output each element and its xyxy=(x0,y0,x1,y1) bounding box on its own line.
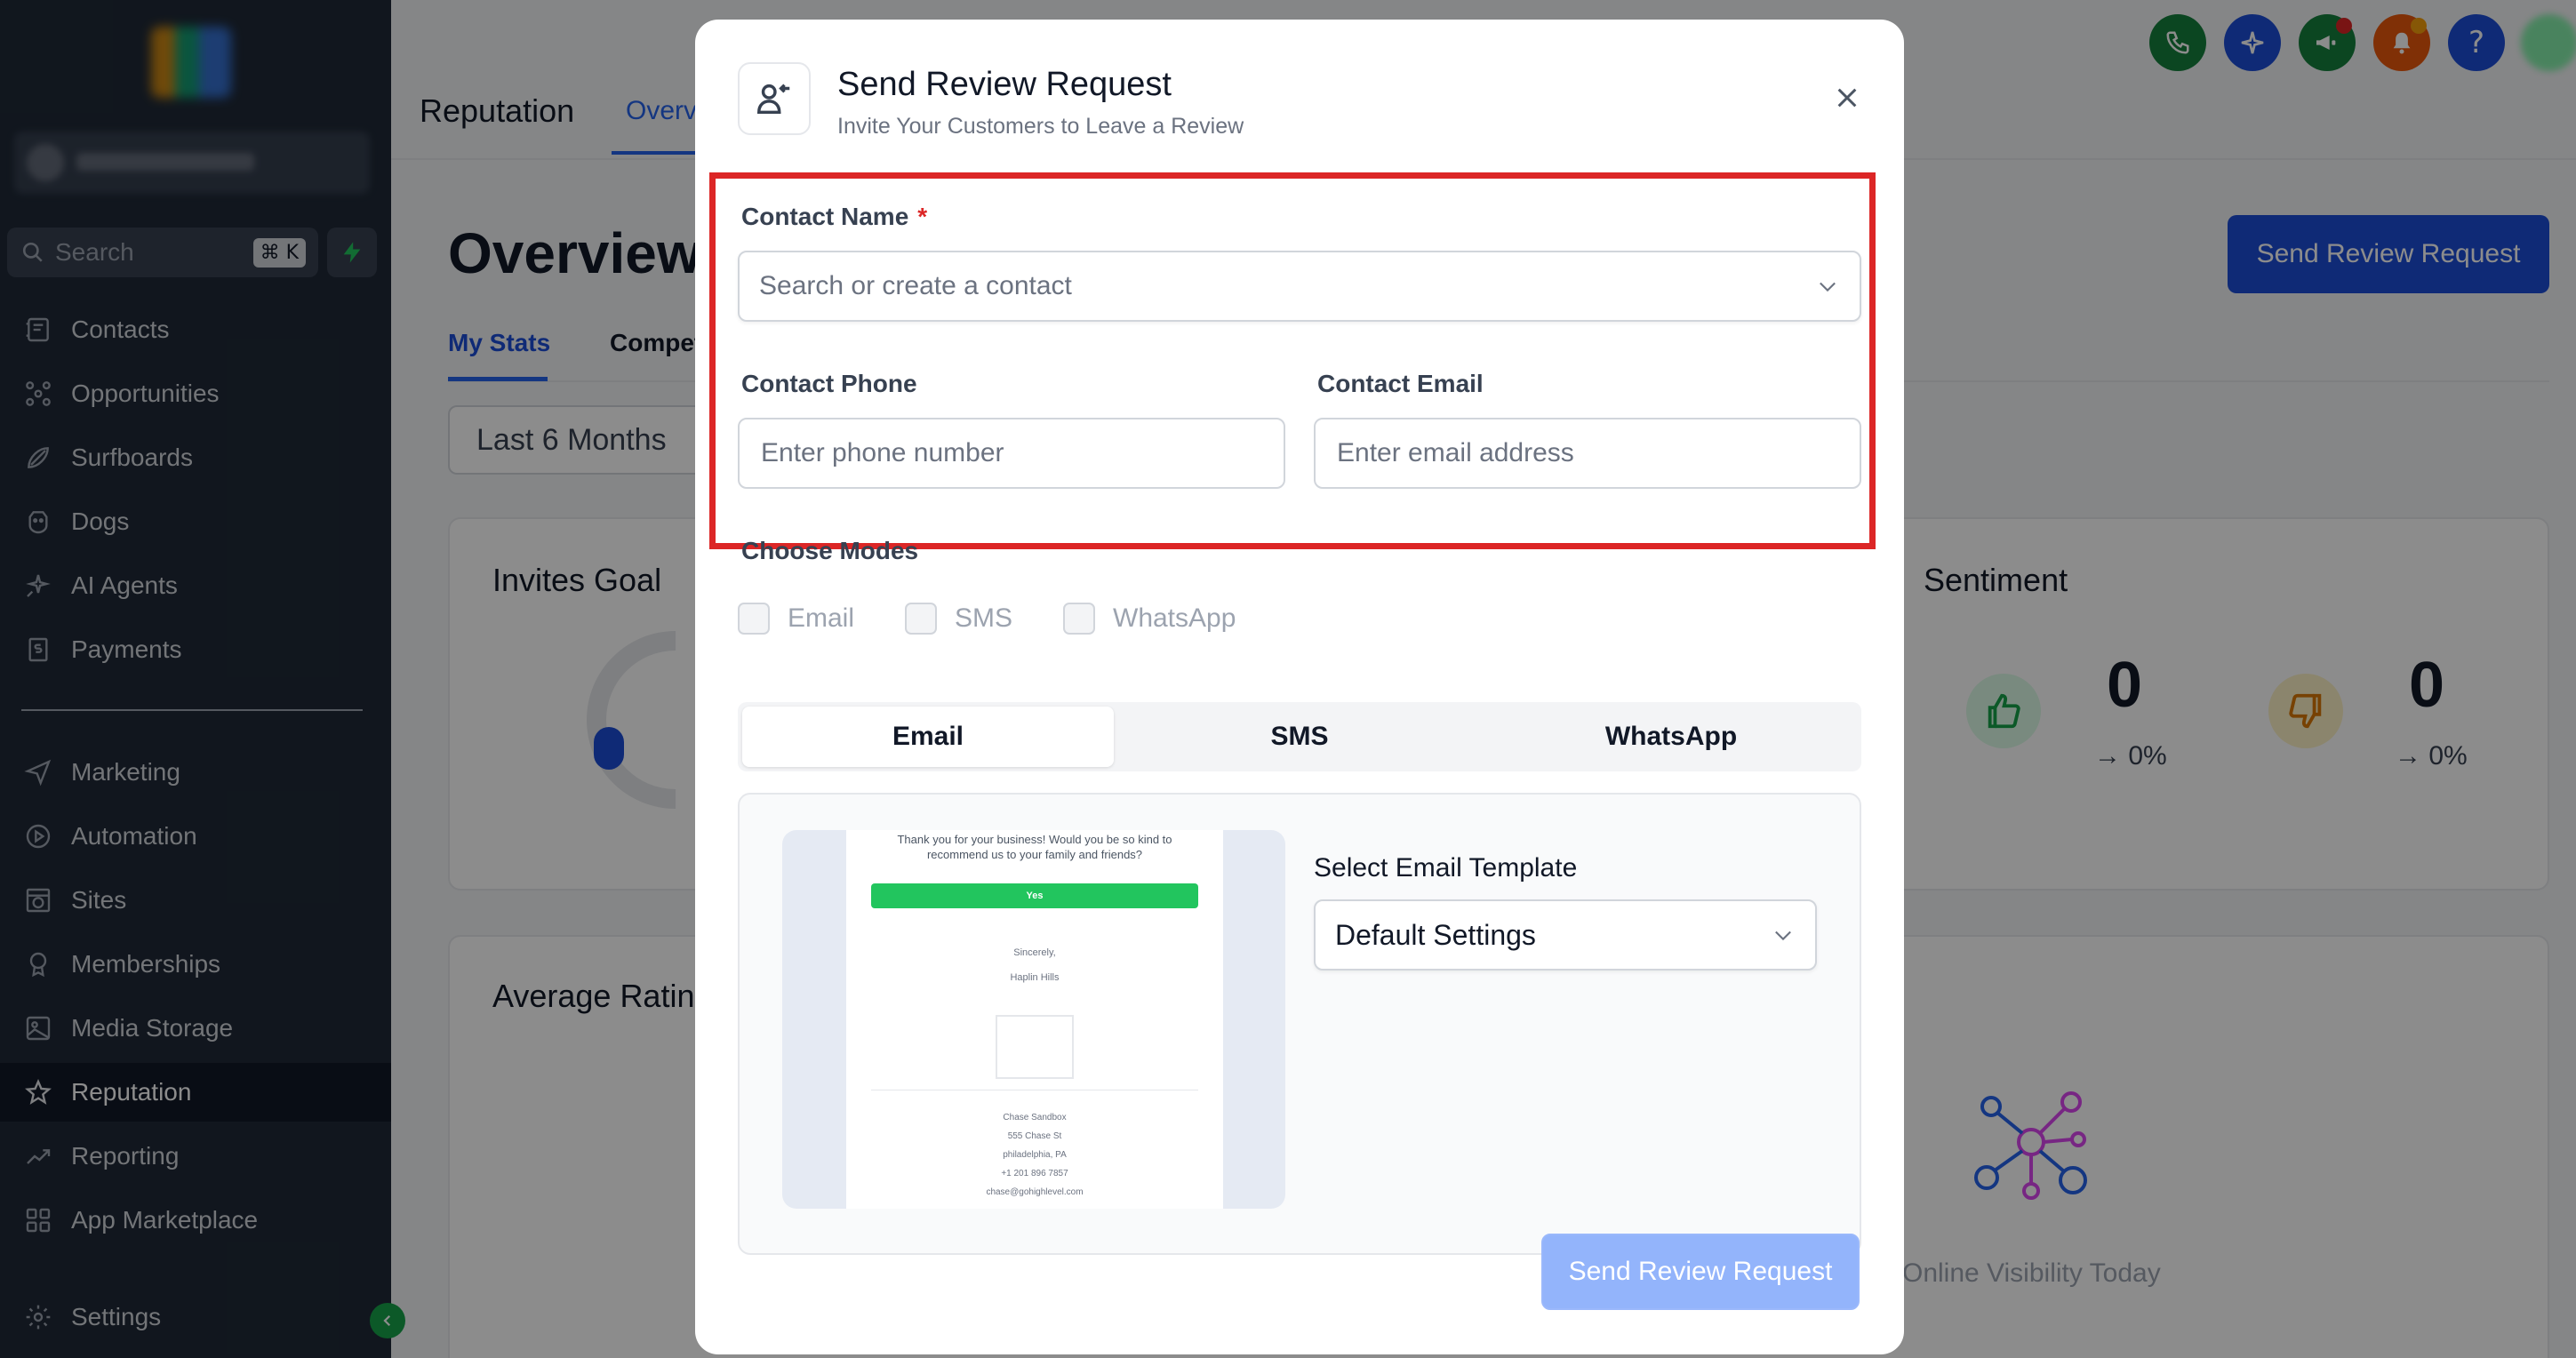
template-label: Select Email Template xyxy=(1314,853,1578,883)
preview-thanks-text: Thank you for your business! Would you b… xyxy=(897,833,1172,861)
required-mark: * xyxy=(917,203,928,230)
preview-company: Haplin Hills xyxy=(1010,972,1060,983)
choose-modes-label: Choose Modes xyxy=(741,537,919,564)
mode-tabs: Email SMS WhatsApp xyxy=(738,702,1861,771)
contact-email-label: Contact Email xyxy=(1317,370,1484,397)
email-template-panel: Thank you for your business! Would you b… xyxy=(738,793,1861,1255)
tab-sms[interactable]: SMS xyxy=(1114,707,1485,767)
email-preview-paper: Thank you for your business! Would you b… xyxy=(846,830,1223,1209)
preview-footer-city: philadelphia, PA xyxy=(1003,1150,1067,1160)
modal-title: Send Review Request xyxy=(837,66,1172,103)
contact-email-input[interactable] xyxy=(1314,418,1861,489)
preview-footer-name: Chase Sandbox xyxy=(1003,1113,1067,1122)
template-value: Default Settings xyxy=(1335,918,1536,951)
checkbox[interactable] xyxy=(1063,603,1095,635)
close-icon xyxy=(1837,88,1857,108)
user-invite-icon xyxy=(738,62,811,135)
mode-sms-checkbox[interactable]: SMS xyxy=(905,603,1012,635)
preview-footer-street: 555 Chase St xyxy=(1007,1131,1062,1141)
send-review-modal: Send Review Request Invite Your Customer… xyxy=(695,20,1904,1354)
preview-sincerely: Sincerely, xyxy=(1013,947,1056,958)
contact-phone-label: Contact Phone xyxy=(741,370,917,397)
contact-name-placeholder: Search or create a contact xyxy=(759,271,1072,300)
preview-footer-email: chase@gohighlevel.com xyxy=(986,1187,1084,1197)
email-preview: Thank you for your business! Would you b… xyxy=(782,830,1285,1209)
mode-email-checkbox[interactable]: Email xyxy=(738,603,854,635)
checkbox[interactable] xyxy=(738,603,770,635)
submit-review-request-button[interactable]: Send Review Request xyxy=(1541,1234,1860,1310)
chevron-down-icon xyxy=(1775,931,1791,941)
chevron-down-icon xyxy=(1820,282,1836,292)
close-button[interactable] xyxy=(1828,78,1867,117)
contact-phone-input[interactable] xyxy=(738,418,1285,489)
email-template-select[interactable]: Default Settings xyxy=(1314,899,1817,971)
mode-whatsapp-checkbox[interactable]: WhatsApp xyxy=(1063,603,1236,635)
preview-yes-button: Yes xyxy=(871,883,1198,908)
contact-name-label: Contact Name * xyxy=(741,203,928,230)
checkbox[interactable] xyxy=(905,603,937,635)
modal-subtitle: Invite Your Customers to Leave a Review xyxy=(837,114,1244,139)
contact-name-select[interactable]: Search or create a contact xyxy=(738,251,1861,322)
preview-footer-phone: +1 201 896 7857 xyxy=(1001,1169,1068,1178)
tab-whatsapp[interactable]: WhatsApp xyxy=(1485,707,1857,767)
tab-email[interactable]: Email xyxy=(742,707,1114,767)
preview-logo-placeholder xyxy=(996,1015,1074,1079)
